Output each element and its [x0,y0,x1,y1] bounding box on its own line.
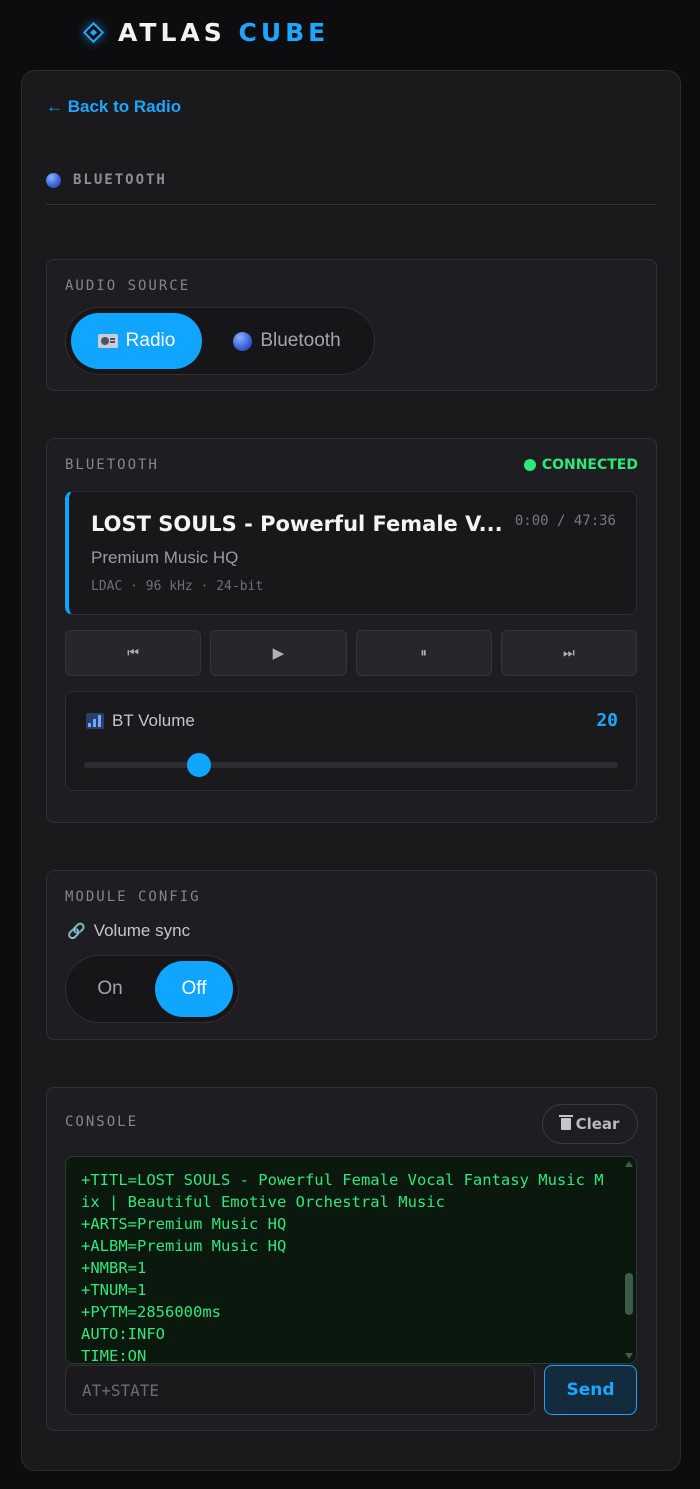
clear-console-button[interactable]: Clear [542,1104,638,1144]
clear-console-label: Clear [575,1115,620,1133]
status-dot-icon [523,459,536,471]
bt-volume-card: BT Volume 20 [65,691,637,791]
source-bluetooth-button[interactable]: Bluetooth [208,313,366,369]
volume-sync-on-button[interactable]: On [71,961,149,1017]
volume-sync-off-button[interactable]: Off [155,961,233,1017]
playback-controls: ⏮ ▶ ⏸ ⏭ [65,630,637,676]
console-card: CONSOLE Clear +TITL=LOST SOULS - Powerfu… [46,1087,657,1431]
section-title: BLUETOOTH [73,172,167,188]
source-radio-button[interactable]: Radio [71,313,202,369]
console-scroll-thumb[interactable] [625,1273,633,1315]
source-bluetooth-label: Bluetooth [260,330,341,351]
track-artist: Premium Music HQ [91,548,239,567]
bluetooth-card: BLUETOOTH CONNECTED LOST SOULS - Powerfu… [46,438,657,823]
main-panel: ← Back to Radio BLUETOOTH AUDIO SOURCE R… [21,70,681,1471]
bt-volume-label: BT Volume [112,711,195,730]
track-title: LOST SOULS - Powerful Female V... [91,512,503,536]
track-time: 0:00 / 47:36 [514,513,616,529]
brand-name: ATLAS CUBE [118,18,329,47]
diamond-logo-icon [82,21,104,43]
scroll-up-arrow-icon[interactable] [625,1161,633,1167]
send-command-button[interactable]: Send [544,1365,637,1415]
bt-volume-slider[interactable] [84,753,618,777]
skip-forward-icon: ⏭ [563,645,575,660]
track-codec-meta: LDAC · 96 kHz · 24-bit [91,579,264,594]
bluetooth-ball-icon [233,331,253,351]
bt-volume-slider-thumb[interactable] [186,753,211,777]
next-button[interactable]: ⏭ [500,630,637,676]
console-log-text: +TITL=LOST SOULS - Powerful Female Vocal… [81,1171,604,1364]
trash-icon [558,1115,573,1130]
bt-volume-label-row: BT Volume [86,711,195,731]
module-config-label: MODULE CONFIG [65,889,201,905]
console-label: CONSOLE [65,1114,139,1130]
previous-button[interactable]: ⏮ [65,630,202,676]
skip-back-icon: ⏮ [127,645,139,660]
volume-sync-toggle: On Off [65,955,239,1023]
brand-word-atlas: ATLAS [118,17,226,47]
module-config-card: MODULE CONFIG 🔗 Volume sync On Off [46,870,657,1040]
signal-bars-icon [86,713,104,729]
bluetooth-ball-icon [46,173,61,188]
pause-icon: ⏸ [420,645,427,660]
play-icon: ▶ [272,645,285,662]
brand-word-cube: CUBE [238,17,330,47]
brand: ATLAS CUBE [82,14,329,50]
status-text: CONNECTED [541,457,638,473]
pause-button[interactable]: ⏸ [355,630,492,676]
scroll-down-arrow-icon[interactable] [625,1353,633,1359]
bt-volume-value: 20 [596,710,618,731]
connection-status: CONNECTED [523,457,638,473]
bluetooth-card-label: BLUETOOTH [65,457,159,473]
radio-icon [97,334,118,348]
at-command-input[interactable] [65,1365,535,1415]
volume-sync-label: Volume sync [93,921,191,940]
audio-source-label: AUDIO SOURCE [65,278,191,294]
audio-source-card: AUDIO SOURCE Radio Bluetooth [46,259,657,391]
audio-source-toggle: Radio Bluetooth [65,307,375,375]
section-header: BLUETOOTH [46,169,657,205]
now-playing-card: LOST SOULS - Powerful Female V... 0:00 /… [65,491,637,615]
volume-sync-on-label: On [97,978,123,999]
source-radio-label: Radio [125,330,176,351]
back-to-radio-link[interactable]: ← Back to Radio [46,97,181,117]
play-button[interactable]: ▶ [210,630,347,676]
link-icon: 🔗 [67,923,86,940]
volume-sync-row: 🔗 Volume sync [67,921,190,941]
console-scrollbar[interactable] [622,1157,636,1363]
console-output[interactable]: +TITL=LOST SOULS - Powerful Female Vocal… [65,1156,637,1364]
volume-sync-off-label: Off [181,978,207,999]
